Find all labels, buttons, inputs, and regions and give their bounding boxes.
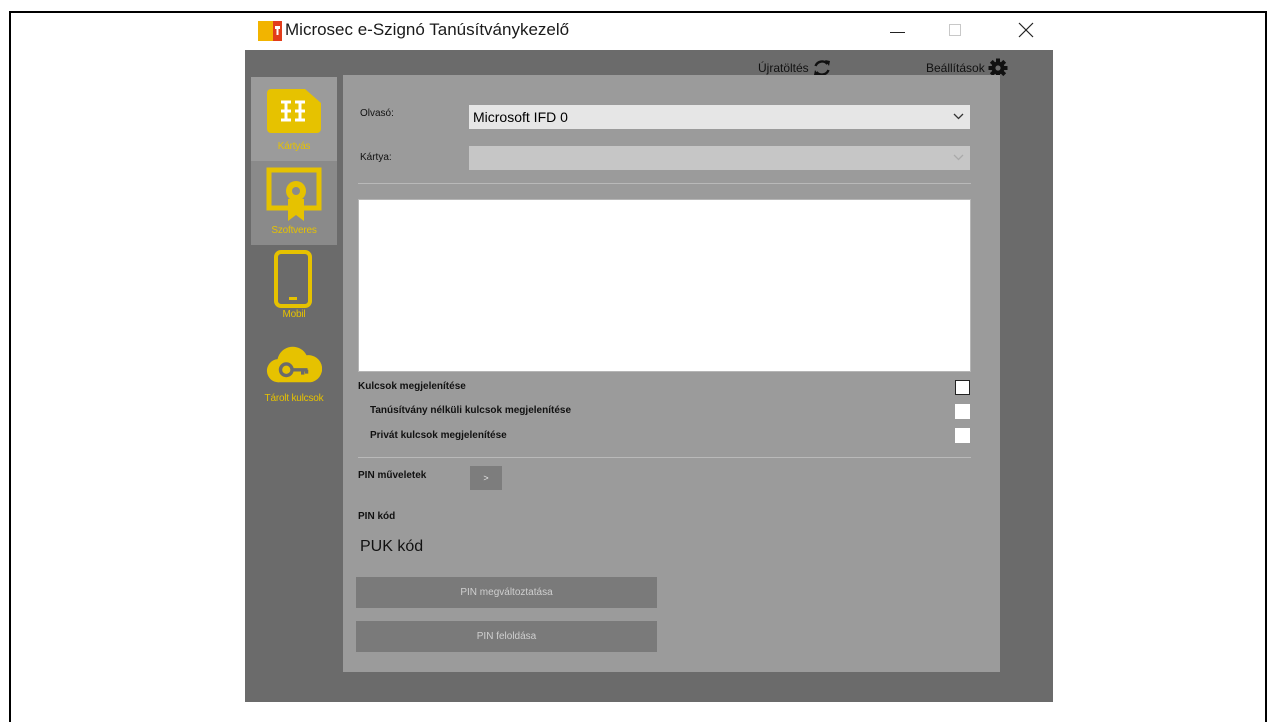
close-button[interactable] (1001, 13, 1051, 50)
smart-card-icon (266, 83, 322, 139)
certificate-list[interactable] (358, 199, 971, 372)
minimize-button[interactable] (872, 13, 922, 50)
maximize-button[interactable] (931, 13, 981, 50)
title-bar[interactable]: Microsec e-Szignó Tanúsítványkezelő (245, 13, 1053, 50)
reader-label: Olvasó: (360, 108, 394, 119)
pin-code-label: PIN kód (358, 511, 396, 522)
certificate-icon (266, 167, 322, 223)
app-window: Microsec e-Szignó Tanúsítványkezelő Újra… (245, 13, 1053, 702)
sidebar-item-software[interactable]: Szoftveres (251, 161, 337, 245)
sidebar-item-label: Szoftveres (271, 225, 317, 236)
show-certless-keys-checkbox[interactable] (955, 404, 970, 419)
sidebar-item-stored-keys[interactable]: Tárolt kulcsok (251, 329, 337, 413)
app-content: Újratöltés Beállítások Kártyás Szoftvere… (245, 50, 1053, 702)
sidebar-item-mobile[interactable]: Mobil (251, 245, 337, 329)
chevron-down-icon (953, 113, 964, 120)
reader-value: Microsoft IFD 0 (473, 109, 568, 125)
divider (358, 183, 971, 184)
minimize-icon (890, 32, 905, 33)
settings-label: Beállítások (926, 61, 985, 75)
show-keys-label: Kulcsok megjelenítése (358, 381, 466, 392)
divider (358, 457, 971, 458)
card-label: Kártya: (360, 152, 392, 163)
card-panel: Olvasó: Microsoft IFD 0 Kártya: Kulcsok … (343, 75, 1000, 672)
show-private-keys-checkbox[interactable] (955, 428, 970, 443)
pin-operations-label: PIN műveletek (358, 470, 427, 481)
reload-label: Újratöltés (758, 61, 809, 75)
cloud-key-icon (266, 335, 322, 391)
sidebar: Kártyás Szoftveres Mobil Tárolt kulcsok (251, 77, 337, 413)
reader-select[interactable]: Microsoft IFD 0 (469, 105, 970, 129)
change-pin-button[interactable]: PIN megváltoztatása (356, 577, 657, 608)
chevron-down-icon (953, 154, 964, 161)
show-private-keys-label: Privát kulcsok megjelenítése (370, 430, 507, 441)
card-select[interactable] (469, 146, 970, 170)
sidebar-item-cards[interactable]: Kártyás (251, 77, 337, 161)
close-icon (1018, 22, 1034, 38)
app-logo-icon (258, 21, 282, 41)
show-keys-checkbox[interactable] (955, 380, 970, 395)
sidebar-item-label: Tárolt kulcsok (264, 393, 324, 404)
show-certless-keys-label: Tanúsítvány nélküli kulcsok megjelenítés… (370, 405, 572, 416)
window-title: Microsec e-Szignó Tanúsítványkezelő (285, 20, 570, 39)
sidebar-item-label: Kártyás (277, 141, 311, 152)
sidebar-item-label: Mobil (282, 309, 306, 320)
puk-code-label: PUK kód (360, 538, 424, 555)
mobile-phone-icon (266, 250, 322, 308)
unlock-pin-button[interactable]: PIN feloldása (356, 621, 657, 652)
pin-operations-toggle-button[interactable]: > (470, 466, 502, 490)
maximize-icon (949, 24, 961, 36)
